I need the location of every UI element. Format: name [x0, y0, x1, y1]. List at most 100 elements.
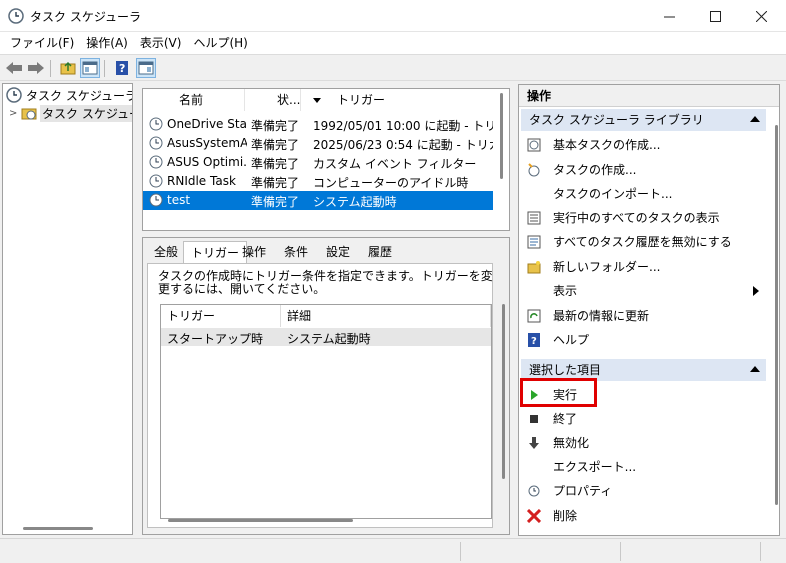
help-button[interactable]: ? [112, 58, 132, 78]
column-header-name[interactable]: 名前 [143, 89, 245, 111]
list-vertical-scrollbar[interactable] [500, 93, 503, 179]
status-bar-separator [760, 542, 761, 561]
trigger-row[interactable]: スタートアップ時 システム起動時 [161, 328, 491, 346]
action-disable[interactable]: 無効化 [525, 433, 765, 453]
trigger-detail: システム起動時 [287, 332, 371, 346]
back-button[interactable] [4, 58, 24, 78]
task-row[interactable]: OneDrive Sta... 準備完了 1992/05/01 10:00 に起… [143, 115, 493, 134]
minimize-icon [663, 16, 675, 17]
tab-history[interactable]: 履歴 [361, 241, 399, 263]
library-section-header[interactable]: タスク スケジューラ ライブラリ [521, 109, 766, 131]
tab-general[interactable]: 全般 [147, 241, 185, 263]
folder-up-icon [60, 61, 76, 75]
task-name: OneDrive Sta... [167, 117, 247, 131]
task-trigger: コンピューターのアイドル時 [313, 176, 469, 190]
action-label: 最新の情報に更新 [553, 309, 650, 323]
submenu-arrow-icon [753, 286, 759, 296]
trigger-description: タスクの作成時にトリガー条件を指定できます。トリガーを変更するには、開いてくださ… [158, 269, 493, 296]
action-refresh[interactable]: 最新の情報に更新 [525, 306, 765, 326]
action-export[interactable]: エクスポート... [525, 457, 765, 477]
delete-x-icon [527, 509, 541, 523]
clock-app-icon [8, 8, 24, 24]
status-bar-separator [620, 542, 621, 561]
tree-library-label: タスク スケジューラ ライブラリ [40, 104, 132, 122]
task-row-selected[interactable]: test 準備完了 システム起動時 [143, 191, 493, 210]
action-label: 表示 [553, 284, 578, 298]
tree-item-library[interactable]: > タスク スケジューラ ライブラリ [9, 104, 132, 122]
refresh-icon [527, 309, 541, 323]
action-delete[interactable]: 削除 [525, 506, 765, 526]
chevron-right-icon[interactable]: > [9, 108, 21, 119]
action-disable-history[interactable]: すべてのタスク履歴を無効にする [525, 232, 765, 252]
window-title: タスク スケジューラ [30, 10, 141, 24]
menu-help[interactable]: ヘルプ(H) [187, 32, 253, 54]
action-new-folder[interactable]: 新しいフォルダー... [525, 257, 765, 277]
tab-conditions[interactable]: 条件 [277, 241, 315, 263]
menu-file[interactable]: ファイル(F) [4, 32, 80, 54]
tab-settings[interactable]: 設定 [319, 241, 357, 263]
task-status: 準備完了 [251, 195, 300, 209]
stop-icon [530, 415, 538, 423]
action-import-task[interactable]: タスクのインポート... [525, 184, 765, 204]
actions-pane: 操作 タスク スケジューラ ライブラリ 基本タスクの作成... タスクの作成..… [518, 84, 780, 536]
close-icon [755, 10, 767, 22]
trigger-table-header-trigger[interactable]: トリガー [161, 305, 281, 327]
show-hide-action-pane-button[interactable] [136, 58, 156, 78]
menu-action[interactable]: 操作(A) [80, 32, 134, 54]
task-row[interactable]: AsusSystemA... 準備完了 2025/06/23 0:54 に起動 … [143, 134, 493, 153]
clock-icon [149, 155, 163, 169]
console-tree-icon [82, 61, 98, 75]
tree-item-root[interactable]: タスク スケジューラ (ローカル) [6, 86, 132, 104]
basic-task-icon [527, 138, 541, 152]
action-display-running-tasks[interactable]: 実行中のすべてのタスクの表示 [525, 208, 765, 228]
show-hide-tree-button[interactable] [80, 58, 100, 78]
action-view-menu[interactable]: 表示 [525, 281, 765, 301]
task-row[interactable]: ASUS Optimi... 準備完了 カスタム イベント フィルター [143, 153, 493, 172]
toolbar-separator [104, 60, 105, 77]
minimize-button[interactable] [646, 0, 692, 32]
up-folder-button[interactable] [58, 58, 78, 78]
actions-vertical-scrollbar[interactable] [775, 125, 778, 505]
running-tasks-icon [527, 211, 541, 225]
task-name: AsusSystemA... [167, 136, 247, 150]
forward-arrow-icon [28, 62, 44, 74]
task-status: 準備完了 [251, 119, 300, 133]
down-arrow-icon [529, 437, 539, 449]
column-header-status[interactable]: 状... [245, 89, 301, 111]
action-label: 基本タスクの作成... [553, 138, 661, 152]
column-header-trigger[interactable]: トリガー [301, 89, 501, 111]
action-help[interactable]: ? ヘルプ [525, 330, 765, 350]
close-button[interactable] [738, 0, 784, 32]
task-trigger: カスタム イベント フィルター [313, 157, 477, 171]
detail-horizontal-scrollbar[interactable] [168, 519, 353, 522]
tab-actions[interactable]: 操作 [235, 241, 273, 263]
action-create-task[interactable]: タスクの作成... [525, 160, 765, 180]
task-status: 準備完了 [251, 176, 300, 190]
action-label: 無効化 [553, 436, 590, 450]
action-label: 削除 [553, 509, 578, 523]
task-trigger: システム起動時 [313, 195, 397, 209]
task-trigger: 2025/06/23 0:54 に起動 - トリガーされた [313, 138, 493, 152]
clock-icon [149, 174, 163, 188]
maximize-button[interactable] [692, 0, 738, 32]
selected-section-label: 選択した項目 [529, 363, 602, 377]
run-action-highlight-box [520, 378, 597, 407]
action-end[interactable]: 終了 [525, 409, 765, 429]
action-label: すべてのタスク履歴を無効にする [553, 235, 732, 249]
status-bar-separator [460, 542, 461, 561]
help-icon: ? [528, 333, 540, 347]
action-label: ヘルプ [553, 333, 590, 347]
status-bar [0, 538, 786, 563]
task-status: 準備完了 [251, 138, 300, 152]
forward-button[interactable] [26, 58, 46, 78]
task-name: test [167, 193, 191, 207]
menu-view[interactable]: 表示(V) [134, 32, 188, 54]
action-create-basic-task[interactable]: 基本タスクの作成... [525, 135, 765, 155]
task-row[interactable]: RNIdle Task 準備完了 コンピューターのアイドル時 [143, 172, 493, 191]
tree-horizontal-scrollbar[interactable] [23, 527, 93, 530]
action-properties[interactable]: プロパティ [525, 481, 765, 501]
title-bar: タスク スケジューラ [0, 0, 786, 32]
detail-vertical-scrollbar[interactable] [502, 304, 505, 479]
back-arrow-icon [6, 62, 22, 74]
trigger-table-header-details[interactable]: 詳細 [281, 305, 491, 327]
